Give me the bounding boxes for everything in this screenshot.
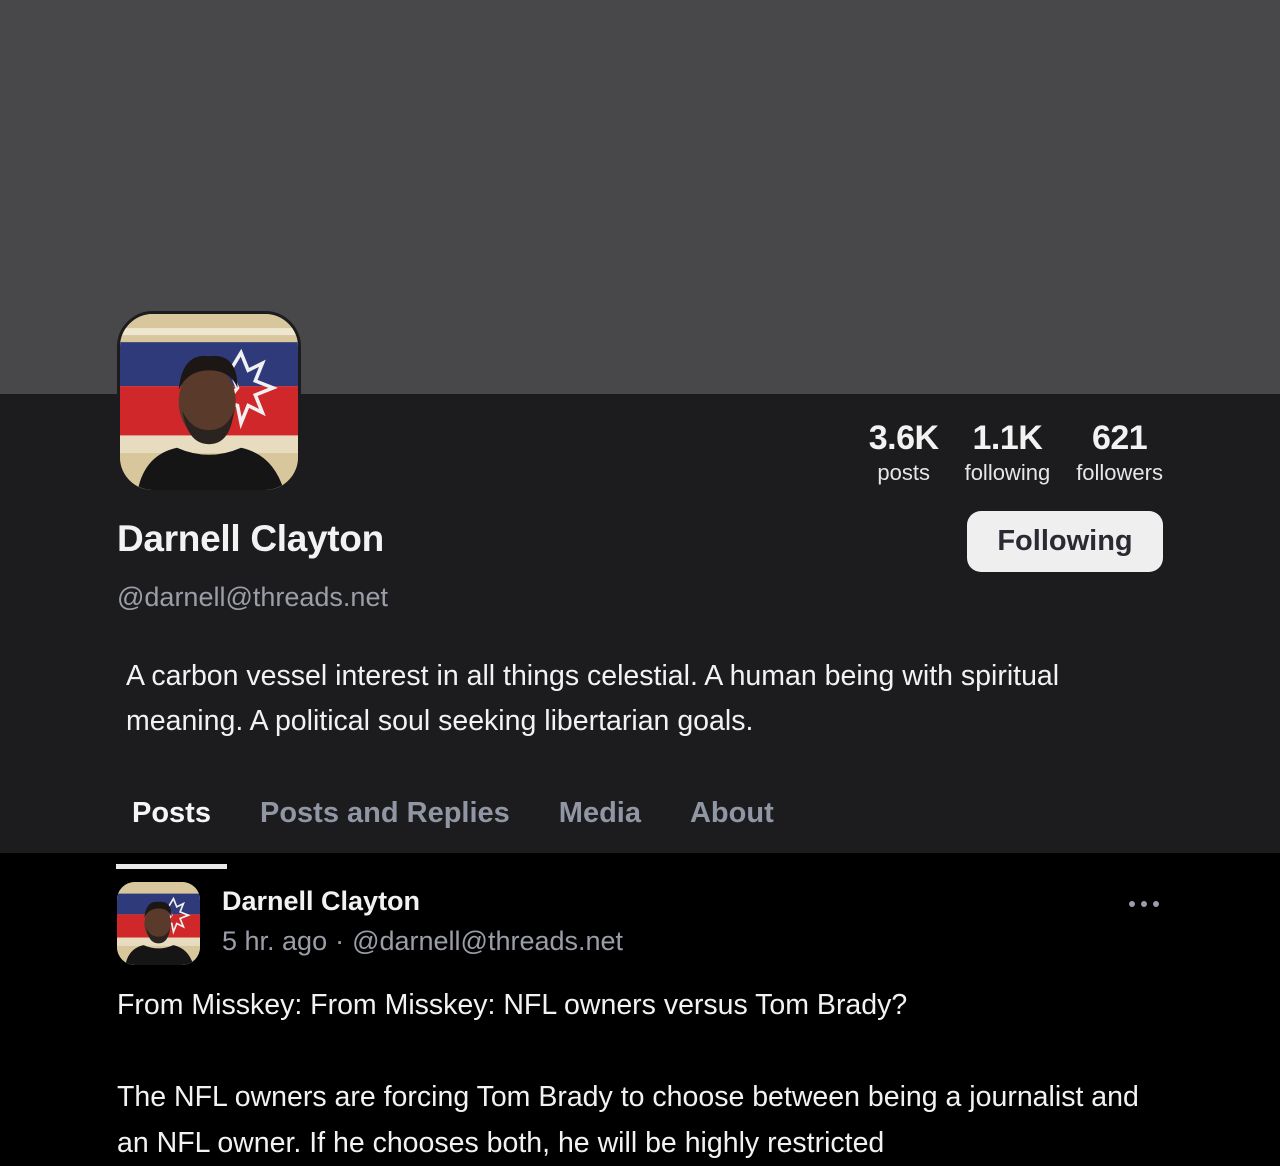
ellipsis-icon [1141,901,1147,907]
stat-value: 1.1K [972,419,1043,457]
meta-separator: · [335,926,345,956]
stat-value: 621 [1091,419,1148,457]
profile-stats: 3.6K posts 1.1K following 621 followers [869,418,1163,488]
profile-handle: @darnell@threads.net [117,582,388,612]
tab-posts[interactable]: Posts [116,790,227,869]
stat-label: following [964,460,1051,485]
profile-photo-icon [120,314,298,490]
stat-label: followers [1076,460,1163,485]
post-paragraph: From Misskey: From Misskey: NFL owners v… [117,989,908,1021]
following-button[interactable]: Following [967,511,1163,572]
post-author-handle[interactable]: @darnell@threads.net [352,926,623,957]
tab-posts-and-replies[interactable]: Posts and Replies [244,790,526,853]
post-timestamp[interactable]: 5 hr. ago [222,926,327,957]
stat-followers[interactable]: 621 followers [1076,418,1163,488]
profile-bio: A carbon vessel interest in all things c… [126,660,1060,737]
post-more-button[interactable] [1122,892,1166,916]
post-paragraph: The NFL owners are forcing Tom Brady to … [117,1081,1139,1159]
ellipsis-icon [1153,901,1159,907]
paragraph-spacer [117,1028,1177,1074]
stat-value: 3.6K [868,419,939,457]
profile-tabs: Posts Posts and Replies Media About [116,790,807,869]
ellipsis-icon [1129,901,1135,907]
stat-posts[interactable]: 3.6K posts [869,418,939,488]
profile-display-name: Darnell Clayton [117,518,384,559]
stat-following[interactable]: 1.1K following [965,418,1051,488]
post-meta: 5 hr. ago · @darnell@threads.net [222,926,623,957]
post-avatar[interactable] [117,882,200,965]
post-body: From Misskey: From Misskey: NFL owners v… [117,982,1177,1166]
profile-photo-icon [117,882,200,965]
tab-about[interactable]: About [674,790,790,853]
tab-media[interactable]: Media [543,790,657,853]
post-author-name[interactable]: Darnell Clayton [222,886,420,917]
profile-avatar[interactable] [117,311,301,493]
stat-label: posts [877,460,930,485]
